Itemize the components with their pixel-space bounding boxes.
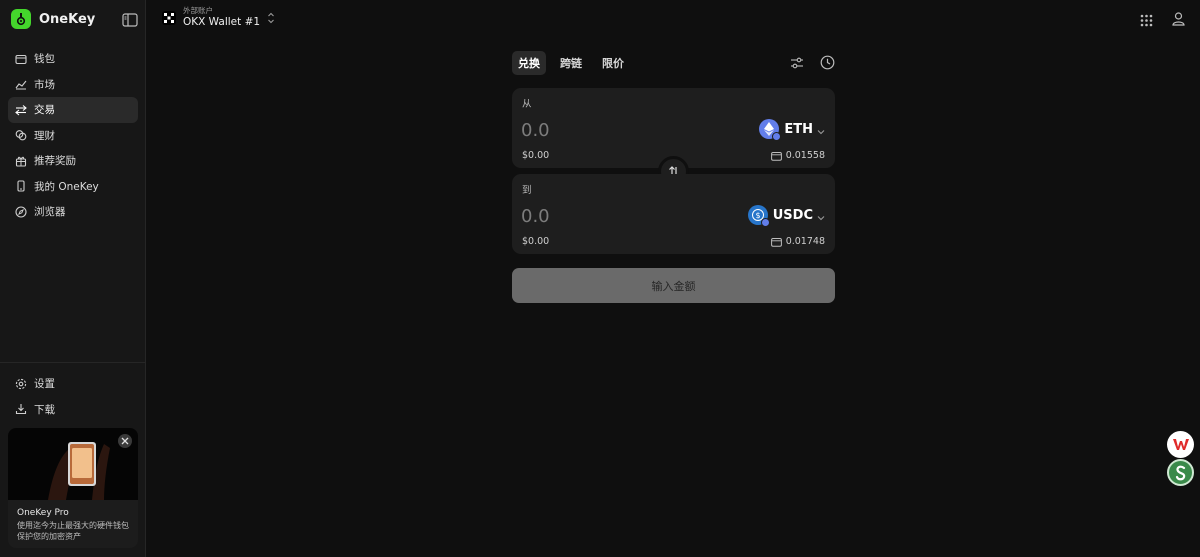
sidebar-item-label: 交易	[34, 104, 55, 117]
promo-description: 使用迄今为止最强大的硬件钱包保护您的加密资产	[17, 521, 129, 541]
sidebar-item-label: 设置	[34, 378, 55, 391]
sidebar-item-label: 我的 OneKey	[34, 180, 99, 193]
swap-tabs: 兑换 跨链 限价	[512, 51, 835, 75]
network-badge-icon	[772, 132, 782, 141]
sidebar: OneKey 钱包 市场 交易 理财 推荐奖励 我的 OneKey 浏览器 设置…	[0, 0, 146, 557]
sidebar-item-trade[interactable]: 交易	[8, 97, 138, 123]
to-token-selector[interactable]: $ USDC	[747, 205, 825, 227]
account-type: 外部账户	[183, 6, 213, 15]
enter-amount-button[interactable]: 输入金额	[512, 268, 835, 303]
to-usd-value: $0.00	[522, 236, 550, 247]
chevron-down-icon	[817, 120, 825, 139]
sidebar-item-label: 推荐奖励	[34, 155, 76, 168]
device-icon	[15, 180, 27, 192]
app-window: OneKey 钱包 市场 交易 理财 推荐奖励 我的 OneKey 浏览器 设置…	[0, 0, 1200, 557]
okx-logo-icon	[162, 10, 176, 25]
sidebar-item-label: 市场	[34, 78, 55, 91]
to-token-symbol: USDC	[772, 207, 813, 223]
slippage-settings-icon[interactable]	[790, 55, 804, 74]
promo-device-image	[8, 428, 138, 500]
network-badge-icon	[760, 218, 770, 227]
to-balance: 0.01748	[770, 236, 825, 247]
history-clock-icon[interactable]	[820, 55, 835, 74]
tab-limit[interactable]: 限价	[596, 51, 630, 75]
sidebar-item-market[interactable]: 市场	[8, 72, 138, 98]
sidebar-bottom-nav: 设置 下载	[8, 371, 138, 422]
sidebar-item-label: 理财	[34, 129, 55, 142]
gear-icon	[15, 378, 27, 390]
apps-grid-icon[interactable]	[1140, 12, 1153, 31]
swap-arrows-icon	[15, 104, 27, 116]
from-token-selector[interactable]: ETH	[759, 119, 825, 141]
gift-icon	[15, 155, 27, 167]
sidebar-item-settings[interactable]: 设置	[8, 371, 138, 397]
account-name: OKX Wallet #1	[183, 16, 261, 28]
sidebar-nav: 钱包 市场 交易 理财 推荐奖励 我的 OneKey 浏览器	[8, 46, 138, 225]
sidebar-item-label: 下载	[34, 403, 55, 416]
compass-icon	[15, 206, 27, 218]
divider	[0, 362, 146, 363]
download-icon	[15, 403, 27, 415]
to-balance-value: 0.01748	[785, 236, 825, 247]
sidebar-item-download[interactable]: 下载	[8, 397, 138, 423]
wallet-icon	[770, 237, 782, 247]
from-usd-value: $0.00	[522, 150, 550, 161]
from-amount-input[interactable]: 0.0	[521, 120, 550, 141]
tab-bridge[interactable]: 跨链	[554, 51, 588, 75]
swap-panel: 兑换 跨链 限价 从 0.0 $0.00 ETH 0.01558 到 0.0 $…	[512, 51, 835, 303]
sidebar-item-referral[interactable]: 推荐奖励	[8, 148, 138, 174]
wallet-icon	[770, 151, 782, 161]
from-balance: 0.01558	[770, 150, 825, 161]
from-token-symbol: ETH	[784, 121, 813, 137]
account-text: 外部账户 OKX Wallet #1	[183, 6, 260, 29]
wallet-icon	[15, 53, 27, 65]
usdc-logo-icon: $	[747, 205, 770, 227]
from-balance-value: 0.01558	[785, 150, 825, 161]
sidebar-item-wallet[interactable]: 钱包	[8, 46, 138, 72]
chart-icon	[15, 78, 27, 90]
sidebar-item-label: 钱包	[34, 53, 55, 66]
sidebar-item-my-onekey[interactable]: 我的 OneKey	[8, 174, 138, 200]
brand-name: OneKey	[39, 11, 96, 27]
to-amount-input[interactable]: 0.0	[521, 206, 550, 227]
eth-logo-icon	[759, 119, 782, 141]
to-card: 到 0.0 $0.00 $ USDC 0.01748	[512, 174, 835, 254]
close-icon[interactable]	[118, 434, 132, 448]
assistant-extension-icon[interactable]	[1167, 459, 1194, 486]
onekey-logo-icon	[11, 9, 31, 29]
sidebar-item-label: 浏览器	[34, 206, 66, 219]
promo-card[interactable]: OneKey Pro 使用迄今为止最强大的硬件钱包保护您的加密资产	[8, 428, 138, 548]
sidebar-item-browser[interactable]: 浏览器	[8, 199, 138, 225]
top-header: 外部账户 OKX Wallet #1	[146, 0, 1200, 38]
to-label: 到	[522, 185, 532, 196]
tab-swap[interactable]: 兑换	[512, 51, 546, 75]
user-icon[interactable]	[1172, 11, 1185, 30]
svg-text:$: $	[755, 211, 760, 220]
wps-extension-icon[interactable]	[1167, 431, 1194, 458]
from-label: 从	[522, 99, 532, 110]
account-selector[interactable]: 外部账户 OKX Wallet #1	[162, 6, 275, 29]
sidebar-item-earn[interactable]: 理财	[8, 123, 138, 149]
sidebar-collapse-icon[interactable]	[122, 12, 138, 27]
coins-icon	[15, 129, 27, 141]
chevron-down-icon	[817, 206, 825, 225]
promo-title: OneKey Pro	[17, 508, 69, 518]
chevron-up-down-icon	[267, 9, 275, 28]
